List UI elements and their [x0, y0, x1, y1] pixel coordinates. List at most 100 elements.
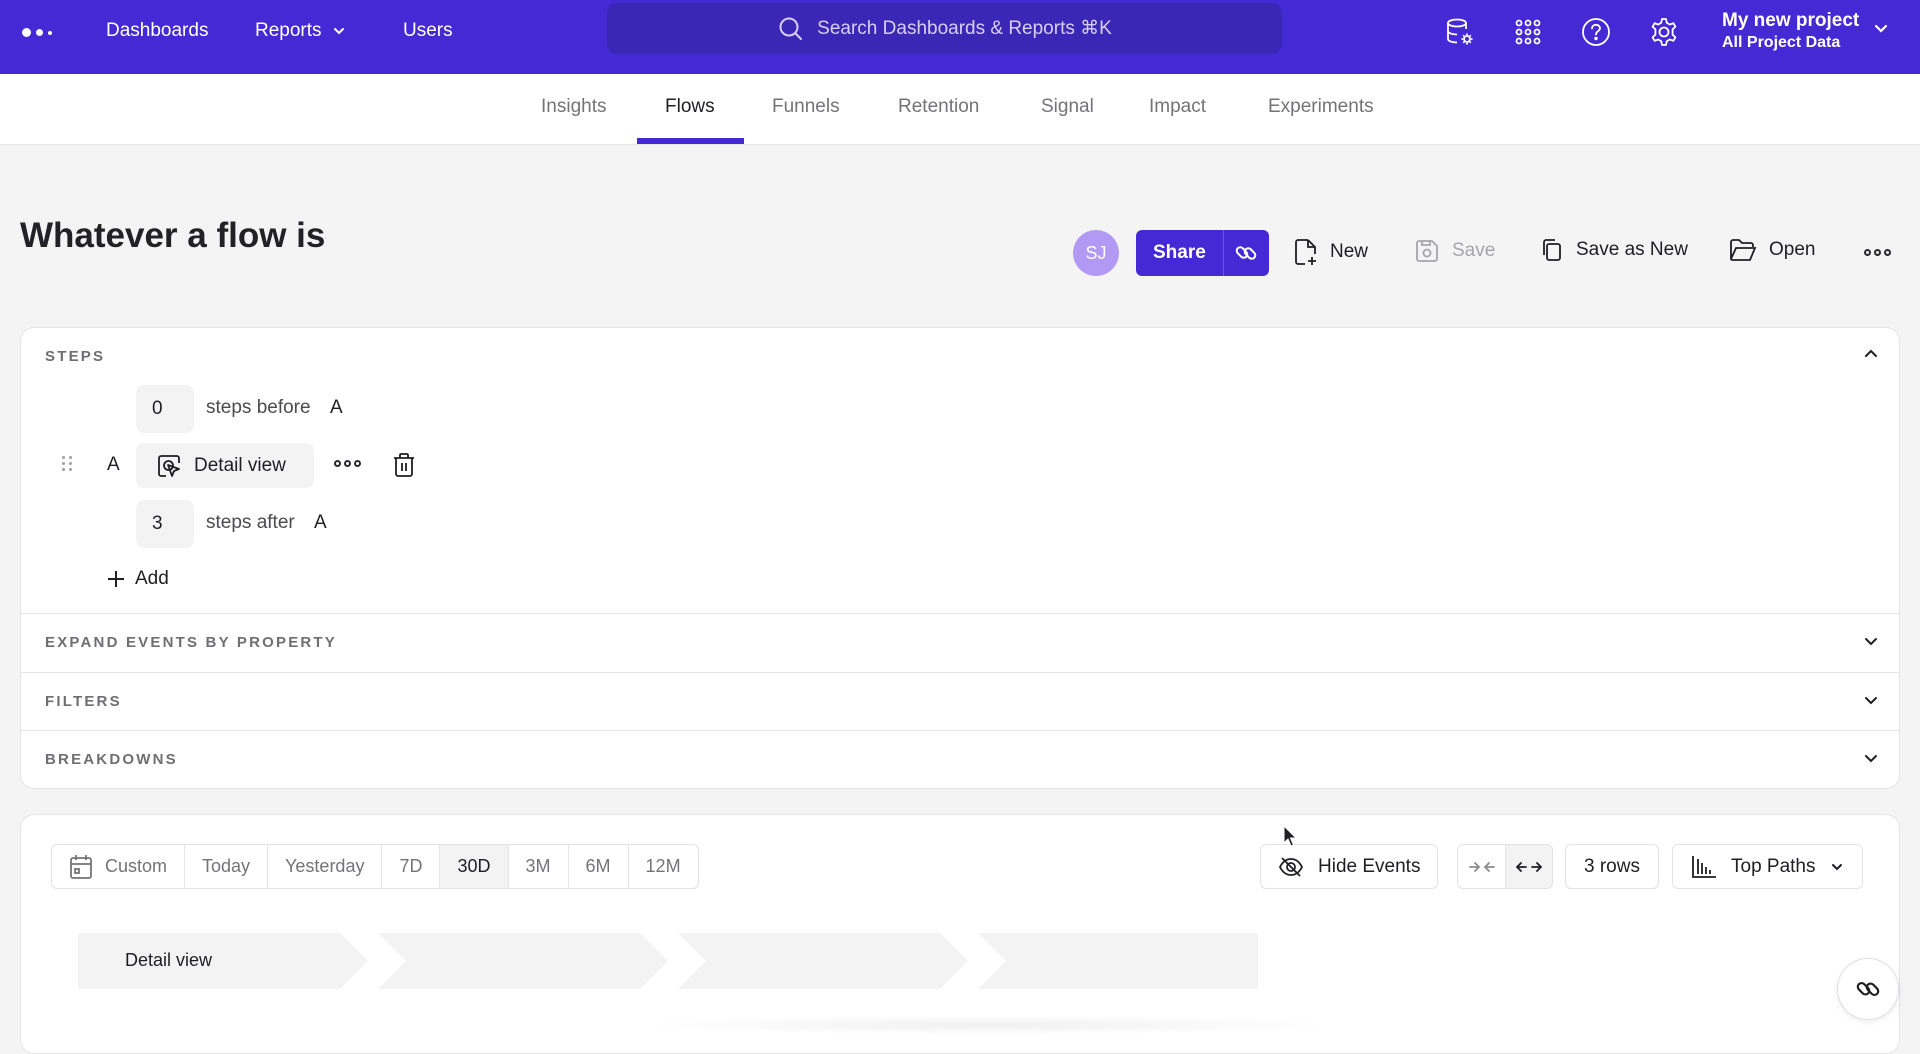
- date-30d[interactable]: 30D: [440, 845, 509, 888]
- tab-impact[interactable]: Impact: [1149, 96, 1206, 118]
- view-mode-selector[interactable]: Top Paths: [1672, 844, 1863, 889]
- nav-users-label: Users: [403, 20, 453, 41]
- search-input[interactable]: Search Dashboards & Reports ⌘K: [607, 3, 1282, 54]
- hide-events-button[interactable]: Hide Events: [1260, 844, 1439, 889]
- avatar[interactable]: SJ: [1073, 230, 1119, 276]
- date-custom-label: Custom: [105, 856, 168, 876]
- project-subtitle: All Project Data: [1722, 33, 1841, 51]
- nav-users[interactable]: Users: [403, 20, 453, 42]
- project-name: My new project: [1722, 10, 1860, 31]
- expand-events-section[interactable]: EXPAND EVENTS BY PROPERTY: [21, 613, 1899, 671]
- steps-before-input[interactable]: 0: [136, 385, 194, 433]
- nav-dashboards[interactable]: Dashboards: [106, 20, 208, 42]
- step-options-icon[interactable]: [334, 460, 361, 467]
- rows-selector[interactable]: 3 rows: [1565, 844, 1659, 889]
- date-6m[interactable]: 6M: [569, 845, 629, 888]
- date-range-picker: Custom Today Yesterday 7D 30D 3M 6M 12M: [51, 844, 699, 889]
- flow-step-1: [78, 933, 368, 989]
- open-button[interactable]: Open: [1729, 238, 1815, 262]
- flow-steps-header: [78, 933, 1258, 989]
- save-label: Save: [1452, 240, 1496, 261]
- steps-before-text: steps before: [206, 397, 311, 418]
- arrows-out-icon: [1516, 861, 1542, 872]
- breakdowns-section[interactable]: BREAKDOWNS: [21, 730, 1899, 788]
- add-step-button[interactable]: Add: [107, 568, 169, 590]
- tab-flows[interactable]: Flows: [665, 96, 715, 118]
- chart-shadow: [640, 1015, 1340, 1035]
- settings-gear-icon[interactable]: [1646, 14, 1682, 50]
- tab-funnels[interactable]: Funnels: [772, 96, 840, 118]
- nav-reports-label: Reports: [255, 20, 322, 41]
- collapse-paths-button[interactable]: [1458, 845, 1505, 888]
- chevron-down-icon[interactable]: [1873, 23, 1889, 35]
- query-builder: STEPS 0 steps before A A Detail view 3 s…: [20, 327, 1900, 789]
- copy-link-button[interactable]: [1222, 230, 1269, 276]
- arrows-in-icon: [1468, 861, 1495, 872]
- new-label: New: [1330, 241, 1369, 262]
- chevron-down-icon: [1865, 755, 1877, 763]
- tab-signal[interactable]: Signal: [1041, 96, 1094, 118]
- filters-label: FILTERS: [45, 693, 122, 710]
- link-icon: [1236, 246, 1257, 260]
- event-cursor-icon: [158, 454, 180, 477]
- tab-experiments[interactable]: Experiments: [1268, 96, 1374, 118]
- plus-icon: [108, 571, 124, 587]
- tab-retention[interactable]: Retention: [898, 96, 979, 118]
- save-icon: [1416, 240, 1438, 262]
- chevron-up-icon[interactable]: [1863, 348, 1879, 360]
- date-today[interactable]: Today: [185, 845, 269, 888]
- steps-before-anchor: A: [330, 397, 343, 418]
- tab-insights[interactable]: Insights: [541, 96, 606, 118]
- save-button[interactable]: Save: [1414, 238, 1495, 264]
- drag-handle-icon[interactable]: [62, 456, 72, 471]
- event-name: Detail view: [194, 454, 286, 476]
- expand-events-label: EXPAND EVENTS BY PROPERTY: [45, 634, 337, 651]
- bar-chart-icon: [1692, 855, 1716, 878]
- steps-section-label: STEPS: [45, 348, 106, 365]
- date-yesterday[interactable]: Yesterday: [268, 845, 383, 888]
- expand-paths-button[interactable]: [1505, 845, 1552, 888]
- flow-step-1-label: Detail view: [125, 950, 213, 970]
- save-as-new-label: Save as New: [1576, 239, 1688, 260]
- share-group: Share: [1136, 230, 1269, 276]
- date-custom[interactable]: Custom: [52, 845, 186, 888]
- project-selector[interactable]: My new project All Project Data: [1722, 9, 1859, 53]
- steps-after-input[interactable]: 3: [136, 500, 194, 548]
- more-options-icon[interactable]: [1864, 249, 1891, 256]
- copy-icon: [1543, 239, 1561, 261]
- step-letter: A: [107, 454, 120, 475]
- filters-section[interactable]: FILTERS: [21, 672, 1899, 730]
- path-width-toggle: [1457, 844, 1553, 889]
- floating-link-button[interactable]: [1837, 958, 1899, 1020]
- flow-step-2: [378, 933, 668, 989]
- logo-icon[interactable]: [22, 28, 52, 37]
- search-icon: [779, 17, 803, 40]
- data-settings-icon[interactable]: [1442, 14, 1478, 50]
- hide-events-label: Hide Events: [1318, 855, 1421, 877]
- date-12m[interactable]: 12M: [629, 845, 698, 888]
- active-tab-indicator: [637, 138, 744, 144]
- chevron-down-icon: [333, 28, 344, 35]
- chevron-down-icon: [1831, 863, 1842, 870]
- add-step-label: Add: [135, 568, 169, 589]
- report-title[interactable]: Whatever a flow is: [20, 216, 325, 256]
- flow-step-3: [678, 933, 968, 989]
- event-selector[interactable]: Detail view: [136, 443, 314, 488]
- save-as-new-button[interactable]: Save as New: [1540, 238, 1688, 262]
- nav-reports[interactable]: Reports: [255, 20, 346, 42]
- chevron-down-icon: [1865, 638, 1877, 646]
- top-nav: Dashboards Reports Users Search Dashboar…: [0, 0, 1920, 74]
- date-3m[interactable]: 3M: [509, 845, 569, 888]
- steps-after-anchor: A: [314, 512, 327, 533]
- flow-step-4: [978, 933, 1258, 989]
- apps-grid-icon[interactable]: [1510, 14, 1546, 50]
- search-placeholder: Search Dashboards & Reports ⌘K: [817, 18, 1112, 39]
- date-7d[interactable]: 7D: [382, 845, 441, 888]
- trash-icon[interactable]: [392, 452, 416, 478]
- new-file-icon: [1295, 239, 1316, 265]
- nav-dashboards-label: Dashboards: [106, 20, 209, 41]
- new-button[interactable]: New: [1294, 238, 1368, 266]
- share-button[interactable]: Share: [1136, 230, 1223, 276]
- view-mode-label: Top Paths: [1731, 855, 1816, 877]
- help-icon[interactable]: [1578, 14, 1614, 50]
